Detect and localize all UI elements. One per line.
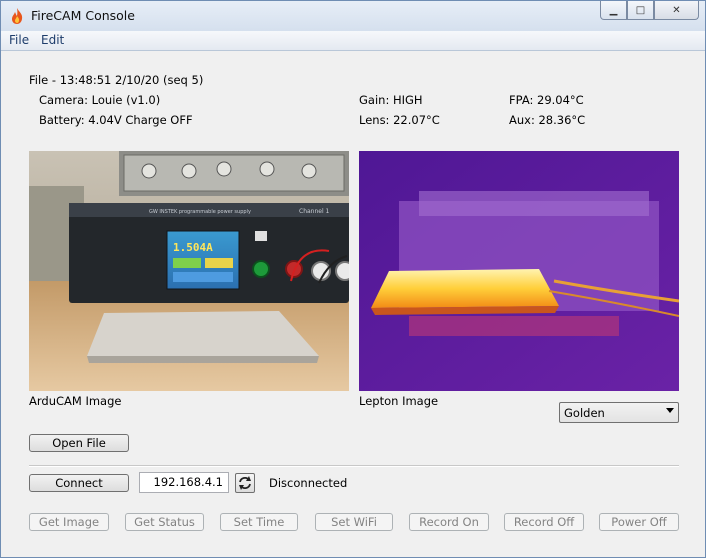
set-time-button[interactable]: Set Time [220, 513, 298, 531]
maximize-icon: □ [635, 4, 646, 16]
refresh-button[interactable] [235, 473, 255, 493]
main-panel: File - 13:48:51 2/10/20 (seq 5) Camera: … [7, 52, 699, 552]
refresh-icon [239, 476, 251, 490]
psu-display-text: 1.504A [173, 241, 213, 254]
minimize-button[interactable]: ▁ [600, 1, 627, 20]
arducam-image-label: ArduCAM Image [29, 394, 122, 408]
fpa-temp-info: FPA: 29.04°C [509, 93, 584, 107]
close-icon: ✕ [672, 4, 681, 16]
set-wifi-button[interactable]: Set WiFi [315, 513, 393, 531]
file-info-line: File - 13:48:51 2/10/20 (seq 5) [29, 73, 204, 87]
menu-edit[interactable]: Edit [41, 33, 64, 47]
window-title: FireCAM Console [31, 8, 135, 23]
get-status-button[interactable]: Get Status [125, 513, 204, 531]
record-on-button[interactable]: Record On [409, 513, 489, 531]
menu-file[interactable]: File [9, 33, 29, 47]
lepton-image [359, 151, 679, 391]
firecam-window: FireCAM Console ▁ □ ✕ File Edit File - 1… [0, 0, 706, 558]
psu-brand-label: GW INSTEK programmable power supply [149, 209, 251, 215]
palette-selected-value: Golden [564, 406, 605, 420]
lepton-image-label: Lepton Image [359, 394, 439, 408]
connect-button[interactable]: Connect [29, 474, 129, 492]
gain-info: Gain: HIGH [359, 93, 423, 107]
maximize-button[interactable]: □ [627, 1, 654, 20]
palette-select[interactable]: Golden [559, 402, 679, 423]
connection-status: Disconnected [269, 476, 348, 490]
ip-address-field[interactable]: 192.168.4.1 [139, 472, 229, 493]
power-off-button[interactable]: Power Off [599, 513, 679, 531]
flame-icon [12, 8, 23, 24]
arducam-image: GW INSTEK programmable power supply Chan… [29, 151, 349, 391]
record-off-button[interactable]: Record Off [504, 513, 584, 531]
camera-info: Camera: Louie (v1.0) [39, 93, 161, 107]
menu-bar: File Edit [1, 31, 705, 51]
get-image-button[interactable]: Get Image [29, 513, 109, 531]
chevron-down-icon [666, 408, 674, 413]
title-bar[interactable]: FireCAM Console ▁ □ ✕ [1, 1, 705, 31]
battery-info: Battery: 4.04V Charge OFF [39, 113, 193, 127]
lens-temp-info: Lens: 22.07°C [359, 113, 440, 127]
close-button[interactable]: ✕ [654, 1, 699, 20]
separator [29, 465, 679, 467]
aux-temp-info: Aux: 28.36°C [509, 113, 586, 127]
open-file-button[interactable]: Open File [29, 434, 129, 452]
window-controls: ▁ □ ✕ [600, 1, 699, 20]
minimize-icon: ▁ [609, 4, 618, 16]
psu-channel-label: Channel 1 [299, 208, 330, 215]
